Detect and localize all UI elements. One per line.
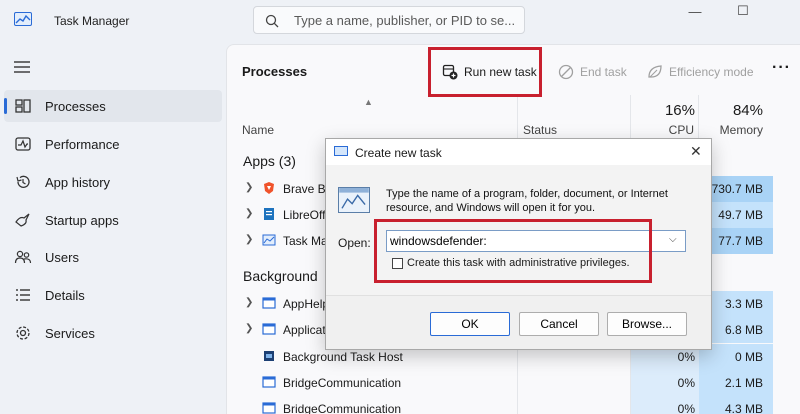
task-manager-icon [262,234,276,246]
sidebar-item-details[interactable]: Details [4,279,222,311]
app-title: Task Manager [54,14,130,28]
sidebar-item-label: Services [45,326,95,341]
title-bar: Task Manager — ☐ [0,0,800,40]
expand-chevron-icon[interactable]: ❯ [245,323,253,334]
end-task-icon [558,64,574,80]
sidebar-item-label: App history [45,175,111,190]
libreoffice-icon [264,208,274,220]
sidebar-item-label: Performance [45,137,120,152]
sidebar-item-label: Users [45,250,79,265]
brave-browser-icon [264,182,274,194]
sidebar-item-label: Processes [45,99,106,114]
startup-icon [15,213,30,227]
performance-icon [15,137,31,151]
create-new-task-dialog: Create new task ✕ Type the name of a pro… [325,138,712,350]
efficiency-mode-button[interactable]: Efficiency mode [647,57,754,87]
sort-ascending-icon: ▲ [364,97,373,107]
table-row[interactable]: BridgeCommunication 0% 4.3 MB [227,396,800,414]
expand-chevron-icon[interactable]: ❯ [245,182,253,193]
expand-chevron-icon[interactable]: ❯ [245,297,253,308]
group-title-background: Background [243,268,318,284]
window-app-icon [262,323,276,335]
process-name: BridgeCommunication [283,402,402,414]
column-header-name[interactable]: Name [242,123,274,137]
group-title-apps: Apps (3) [243,153,296,169]
table-row[interactable]: BridgeCommunication 0% 2.1 MB [227,370,800,396]
efficiency-mode-label: Efficiency mode [669,65,754,79]
memory-value: 2.1 MB [699,370,773,396]
column-header-status[interactable]: Status [523,123,557,137]
minimize-button[interactable]: — [672,0,718,22]
expand-chevron-icon[interactable]: ❯ [245,208,253,219]
sidebar-item-label: Startup apps [45,213,119,228]
column-header-memory[interactable]: Memory [707,123,763,137]
dialog-app-icon [334,146,348,156]
search-input[interactable] [294,11,519,29]
ok-button[interactable]: OK [430,312,510,336]
processes-icon [15,99,31,113]
annotation-highlight-open-field [374,219,652,283]
search-icon [265,14,279,28]
cpu-value: 0% [631,396,699,414]
browse-button[interactable]: Browse... [607,312,687,336]
open-label: Open: [338,236,371,250]
dialog-title-bar: Create new task ✕ [326,139,711,165]
background-task-host-icon [264,351,274,361]
window-app-icon [262,376,276,388]
users-icon [14,250,32,264]
dialog-message: Type the name of a program, folder, docu… [386,188,668,214]
hamburger-menu-icon[interactable] [14,60,30,74]
process-name: Background Task Host [283,350,403,364]
window-app-icon [262,402,276,414]
annotation-highlight-run-new-task [428,47,542,97]
cpu-total-percent: 16% [664,102,695,119]
services-icon [16,326,30,340]
end-task-button[interactable]: End task [558,57,627,87]
active-indicator [4,98,7,114]
run-dialog-icon [338,187,370,213]
cancel-button[interactable]: Cancel [519,312,599,336]
chevron-down-icon[interactable]: ⌵ [669,234,677,245]
page-title: Processes [242,64,308,79]
leaf-icon [648,65,662,78]
close-icon[interactable]: ✕ [690,143,702,160]
history-icon [16,175,30,188]
task-manager-app-icon [14,12,32,26]
expand-chevron-icon[interactable]: ❯ [245,234,253,245]
sidebar-item-users[interactable]: Users [4,241,222,273]
cpu-value: 0% [631,370,699,396]
search-box[interactable] [253,6,525,34]
sidebar: Processes Performance App history Startu… [0,40,226,414]
sidebar-item-processes[interactable]: Processes [4,90,222,122]
end-task-label: End task [580,65,627,79]
sidebar-item-app-history[interactable]: App history [4,166,222,198]
dialog-title: Create new task [355,146,442,160]
scrollbar[interactable] [773,45,800,414]
sidebar-item-label: Details [45,288,85,303]
process-name: BridgeCommunication [283,376,402,390]
sidebar-item-startup-apps[interactable]: Startup apps [4,204,222,236]
sidebar-item-services[interactable]: Services [4,317,222,349]
window-app-icon [262,297,276,309]
memory-value: 4.3 MB [699,396,773,414]
sidebar-item-performance[interactable]: Performance [4,128,222,160]
dialog-footer: OK Cancel Browse... [326,295,711,349]
maximize-button[interactable]: ☐ [720,0,766,22]
column-header-cpu[interactable]: CPU [647,123,694,137]
details-icon [16,289,30,301]
memory-total-percent: 84% [732,102,763,119]
